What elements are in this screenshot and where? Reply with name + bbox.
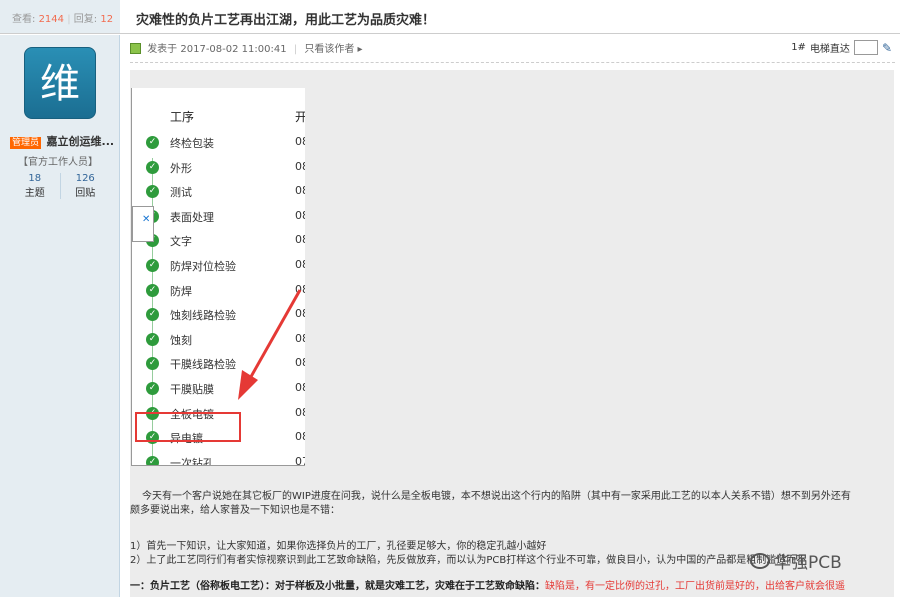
posts-stat[interactable]: 126 回贴 xyxy=(59,173,111,199)
thread-title: 灾难性的负片工艺再出江湖，用此工艺为品质灾难！ xyxy=(120,0,900,34)
jump-floor-input[interactable] xyxy=(853,40,878,55)
paragraph-4-strong: 一：负片工艺（俗称板电工艺）：对于样板及小批量，就是灾难工艺，灾难在于工艺致命缺… xyxy=(130,581,545,592)
meta-divider xyxy=(130,62,895,63)
post-content: 工序 开 ✓终检包装08✓外形08✓测试08✓表面处理08✓文字08✓防焊对位检… xyxy=(130,70,894,597)
author-role-row: 管理员 嘉立创运维... xyxy=(10,133,120,149)
views-count: 2144 xyxy=(38,14,65,25)
only-author-link[interactable]: 只看该作者 xyxy=(304,44,354,55)
paragraph-1b: 颇多要说出来，给人家普及一下知识也是不错： xyxy=(130,505,340,516)
jump-label: 电梯直达 xyxy=(809,44,850,55)
post-meta: 发表于 2017-08-02 11:00:41 | 只看该作者 ▸ xyxy=(130,40,890,58)
posts-label: 回贴 xyxy=(75,188,96,199)
topics-stat[interactable]: 18 主题 xyxy=(10,173,60,199)
role-badge: 管理员 xyxy=(10,137,42,149)
paragraph-1: 今天有一个客户说她在其它板厂的WIP进度在问我，说什么是全板电镀，本不想说出这个… xyxy=(142,491,851,502)
meta-separator: | xyxy=(293,44,298,55)
author-counts: 18 主题 126 回贴 xyxy=(10,173,110,199)
author-name-link[interactable]: 嘉立创运维... xyxy=(47,135,115,148)
replies-label: 回复 xyxy=(73,14,94,25)
topics-count: 18 xyxy=(28,173,42,184)
online-status-icon xyxy=(130,43,141,54)
replies-count: 12 xyxy=(100,14,114,25)
post-floor-tools: 1# 电梯直达 ✎ xyxy=(791,40,892,55)
paragraph-4: 一：负片工艺（俗称板电工艺）：对于样板及小批量，就是灾难工艺，灾难在于工艺致命缺… xyxy=(130,580,894,594)
user-group: 【官方工作人员】 xyxy=(18,157,98,168)
author-sidebar: 维 管理员 嘉立创运维... 【官方工作人员】 18 主题 126 回贴 xyxy=(0,35,120,597)
floor-number: 1# xyxy=(791,42,806,53)
red-arrow xyxy=(238,289,302,400)
avatar[interactable]: 维 xyxy=(24,47,96,119)
chevron-right-icon: ▸ xyxy=(357,44,363,55)
posted-time: 发表于 2017-08-02 11:00:41 xyxy=(147,44,287,55)
wechat-icon xyxy=(750,552,770,569)
watermark: 华强PCB xyxy=(750,548,842,573)
pen-icon[interactable]: ✎ xyxy=(882,41,892,55)
views-label: 查看 xyxy=(12,14,32,25)
posts-count: 126 xyxy=(75,173,95,184)
paragraph-4-red: 缺陷是，有一定比例的过孔，工厂出货前是好的，出给客户就会很遥 xyxy=(545,581,845,592)
watermark-text: 华强PCB xyxy=(774,553,842,573)
topics-label: 主题 xyxy=(24,188,45,199)
thread-stats: 查看: 2144 | 回复: 12 xyxy=(0,0,120,34)
